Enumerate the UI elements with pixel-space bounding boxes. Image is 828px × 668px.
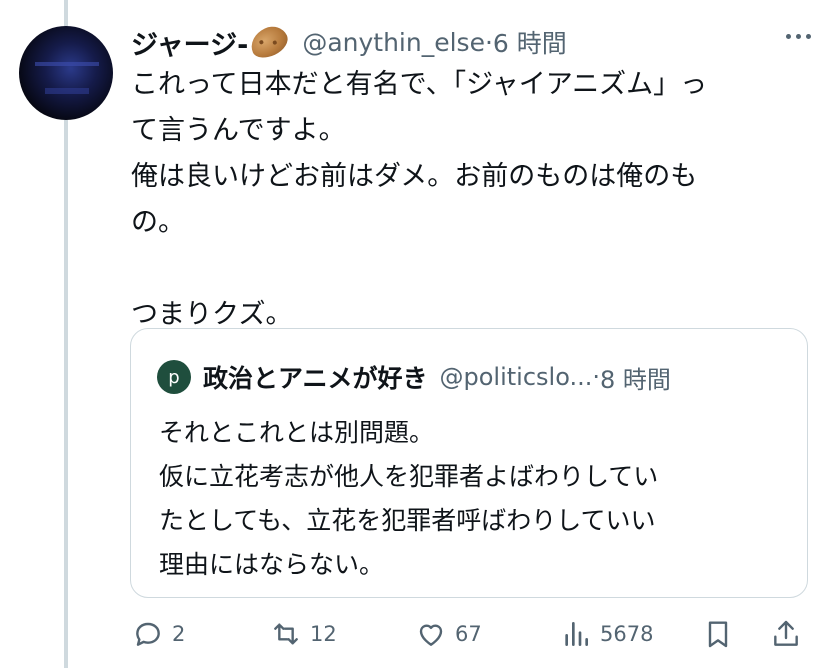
separator: · <box>484 27 493 57</box>
quoted-post[interactable]: p 政治とアニメが好き @politicslo... · 8 時間 それとこれと… <box>130 328 808 598</box>
share-button[interactable] <box>770 612 810 656</box>
reply-button[interactable]: 2 <box>132 612 185 656</box>
repost-count: 12 <box>310 622 337 646</box>
bookmark-button[interactable] <box>702 612 742 656</box>
post-text: これって日本だと有名で、「ジャイアニズム」っ て言うんですよ。 俺は良いけどお前… <box>131 69 708 330</box>
post-header: ジャージ- @anythin_else · 6 時間 <box>131 21 811 63</box>
repost-icon <box>274 623 298 645</box>
potato-emoji-icon <box>246 21 293 63</box>
like-button[interactable]: 67 <box>415 612 482 656</box>
avatar[interactable] <box>19 26 113 120</box>
views-button[interactable]: 5678 <box>560 612 653 656</box>
reply-count: 2 <box>172 622 186 646</box>
handle[interactable]: @anythin_else <box>302 28 485 57</box>
quote-timestamp: 8 時間 <box>600 365 671 394</box>
quote-display-name: 政治とアニメが好き <box>203 364 428 393</box>
view-count: 5678 <box>600 622 654 646</box>
quote-handle: @politicslo... <box>439 363 593 391</box>
more-icon[interactable] <box>786 34 811 39</box>
like-icon <box>419 624 443 646</box>
like-count: 67 <box>455 622 482 646</box>
quote-header: p 政治とアニメが好き @politicslo... · 8 時間 <box>157 359 671 395</box>
reply-icon <box>136 622 160 646</box>
share-icon <box>774 620 798 646</box>
timestamp[interactable]: 6 時間 <box>493 24 567 60</box>
quote-separator: · <box>592 363 601 391</box>
repost-button[interactable]: 12 <box>270 612 337 656</box>
quote-text: それとこれとは別問題。 仮に立花考志が他人を犯罪者よばわりしてい たとしても、立… <box>159 418 659 579</box>
quote-avatar: p <box>157 360 191 394</box>
action-bar: 2 12 67 5678 <box>130 612 810 656</box>
display-name[interactable]: ジャージ- <box>131 23 248 62</box>
bookmark-icon <box>708 621 728 648</box>
views-icon <box>565 622 588 646</box>
